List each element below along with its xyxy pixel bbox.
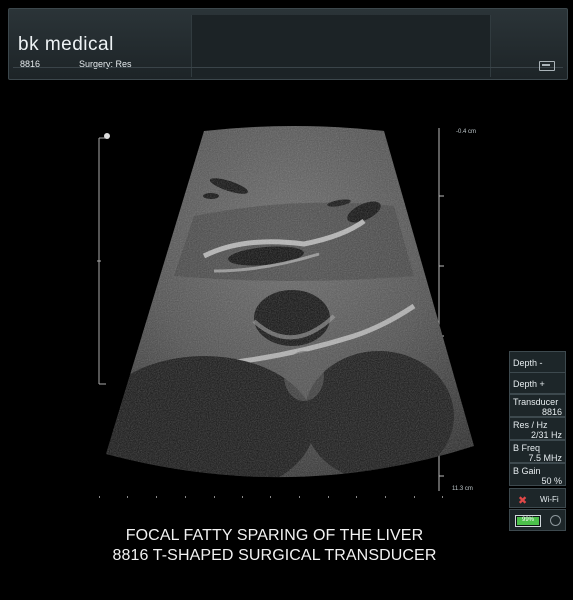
res-hz-label: Res / Hz [513, 420, 548, 430]
header-divider [13, 67, 563, 68]
transducer-label: Transducer [513, 397, 559, 407]
brand-logo: bk medical [18, 34, 114, 55]
battery-text: 99% [521, 517, 534, 523]
wifi-off-icon: ✖ [518, 495, 528, 507]
power-icon[interactable] [550, 515, 561, 526]
battery-icon: 99% [515, 515, 541, 527]
depth-plus-label: Depth + [513, 379, 545, 389]
depth-bottom-label: 11.3 cm [452, 486, 473, 492]
header-bar: bk medical 8816 Surgery: Res [8, 8, 568, 80]
caption-subtitle: 8816 T-SHAPED SURGICAL TRANSDUCER [112, 547, 437, 564]
b-freq-label: B Freq [513, 443, 541, 453]
b-freq-button[interactable]: B Freq 7.5 MHz [509, 440, 566, 463]
res-hz-value: 2/31 Hz [530, 430, 562, 440]
depth-top-label: -0.4 cm [456, 129, 477, 135]
b-gain-button[interactable]: B Gain 50 % [509, 463, 566, 486]
ultrasound-image [97, 126, 474, 498]
wifi-label: Wi-Fi [540, 495, 559, 504]
depth-minus-label: Depth - [513, 358, 543, 368]
b-gain-value: 50 % [541, 476, 562, 486]
caption-title: FOCAL FATTY SPARING OF THE LIVER [125, 527, 424, 544]
battery-panel: 99% [509, 509, 566, 531]
b-freq-value: 7.5 MHz [528, 453, 562, 463]
storage-icon[interactable] [539, 61, 555, 71]
b-gain-label: B Gain [513, 466, 541, 476]
transducer-button[interactable]: Transducer 8816 [509, 394, 566, 417]
wifi-button[interactable]: ✖ Wi-Fi [509, 488, 566, 508]
transducer-value: 8816 [541, 407, 562, 417]
depth-plus-button[interactable]: Depth + [509, 372, 566, 394]
depth-minus-button[interactable]: Depth - [509, 351, 566, 373]
res-hz-button[interactable]: Res / Hz 2/31 Hz [509, 417, 566, 440]
